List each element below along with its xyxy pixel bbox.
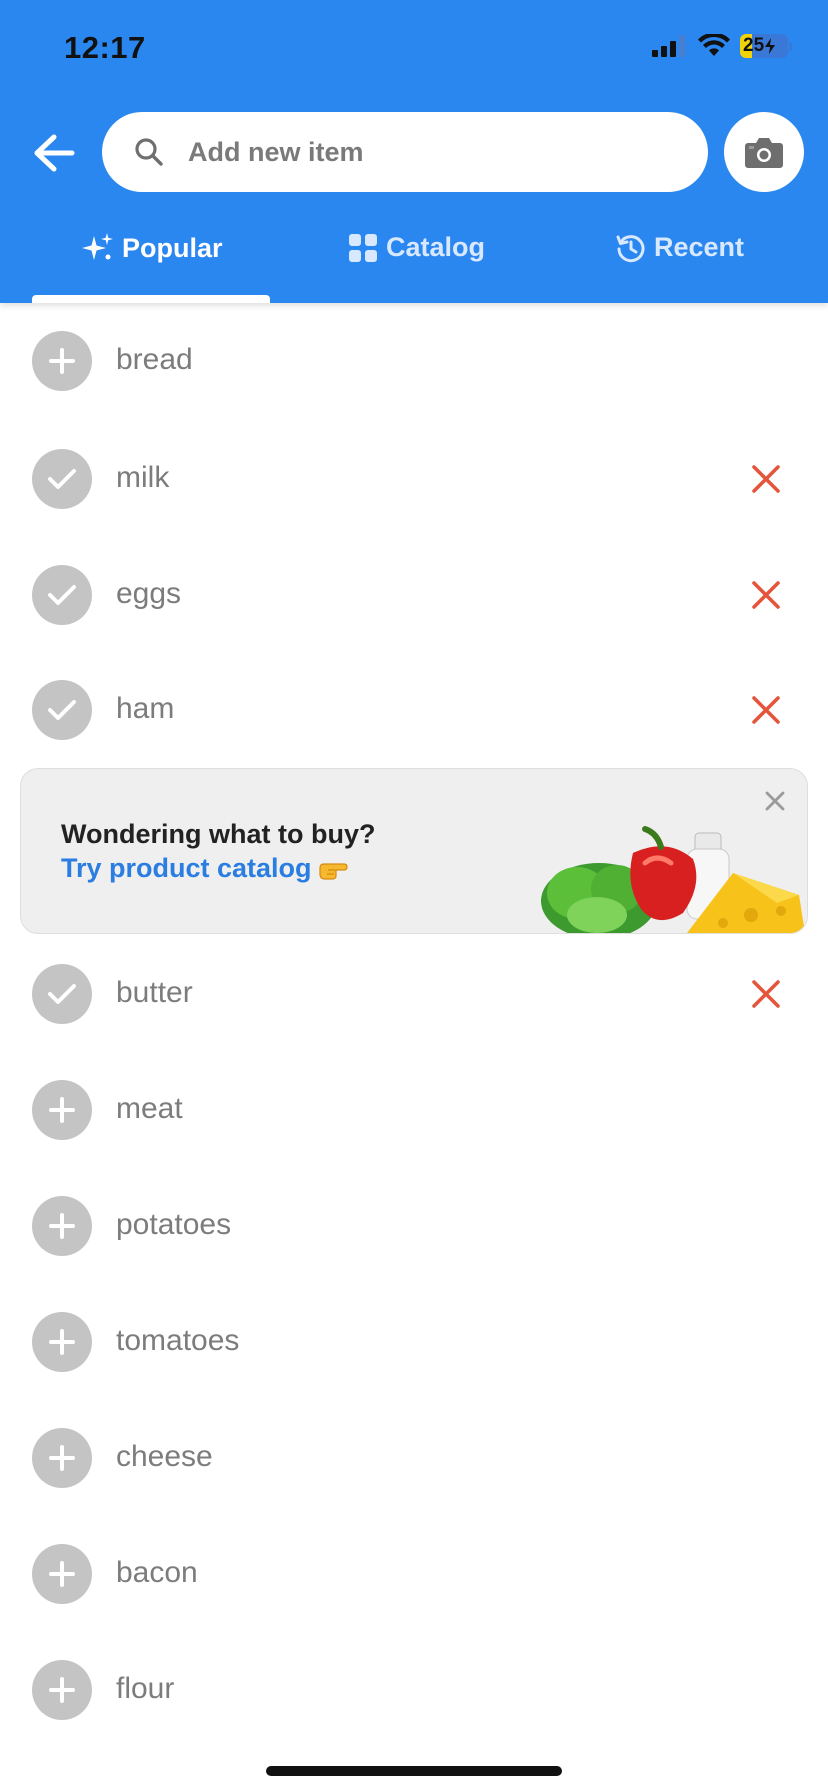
- item-label: milk: [116, 461, 170, 494]
- camera-icon: [745, 138, 783, 168]
- list-item-ham[interactable]: ham: [0, 652, 828, 768]
- plus-icon: [49, 1329, 75, 1355]
- plus-icon: [49, 348, 75, 374]
- checkmark-icon: [48, 984, 76, 1004]
- checkmark-icon: [48, 585, 76, 605]
- plus-icon: [49, 1097, 75, 1123]
- add-item-button[interactable]: [32, 1312, 92, 1372]
- tab-label: Recent: [654, 232, 745, 262]
- add-item-button[interactable]: [32, 1660, 92, 1720]
- list-item-eggs[interactable]: eggs: [0, 537, 828, 653]
- add-item-button[interactable]: [32, 331, 92, 391]
- item-label: tomatoes: [116, 1324, 240, 1357]
- item-label: cheese: [116, 1440, 213, 1473]
- app-header: 12:17 25 Add new item Popular Catalog Re…: [0, 0, 828, 303]
- item-label: bread: [116, 343, 193, 376]
- list-item-milk[interactable]: milk: [0, 421, 828, 537]
- add-item-button[interactable]: [32, 1428, 92, 1488]
- plus-icon: [49, 1561, 75, 1587]
- pointing-hand-icon: [318, 862, 348, 880]
- item-checked-button[interactable]: [32, 449, 92, 509]
- item-label: bacon: [116, 1556, 198, 1589]
- history-icon: [616, 234, 645, 262]
- item-label: potatoes: [116, 1208, 232, 1241]
- plus-icon: [49, 1445, 75, 1471]
- back-button[interactable]: [28, 127, 80, 179]
- list-item-cheese[interactable]: cheese: [0, 1400, 828, 1516]
- close-icon: [752, 581, 780, 609]
- promo-title: Wondering what to buy?: [61, 819, 376, 849]
- camera-button[interactable]: [724, 112, 804, 192]
- arrow-left-icon: [34, 134, 75, 172]
- status-time: 12:17: [64, 30, 146, 65]
- tab-catalog[interactable]: Catalog: [348, 232, 485, 263]
- active-tab-indicator: [32, 295, 270, 303]
- plus-icon: [49, 1677, 75, 1703]
- item-label: flour: [116, 1672, 175, 1705]
- close-icon: [752, 465, 780, 493]
- item-label: butter: [116, 976, 193, 1009]
- wifi-icon: [698, 34, 730, 56]
- list-item-butter[interactable]: butter: [0, 936, 828, 1052]
- close-icon: [752, 980, 780, 1008]
- item-checked-button[interactable]: [32, 680, 92, 740]
- grid-icon: [349, 233, 377, 262]
- remove-item-button[interactable]: [748, 577, 784, 613]
- battery-level: 25: [743, 35, 765, 56]
- search-bar[interactable]: [102, 112, 708, 192]
- list-item-potatoes[interactable]: potatoes: [0, 1168, 828, 1284]
- status-icons: 25: [652, 34, 792, 58]
- search-input[interactable]: [186, 135, 650, 169]
- tab-label: Catalog: [386, 232, 486, 262]
- remove-item-button[interactable]: [748, 692, 784, 728]
- list-item-bread[interactable]: bread: [0, 305, 828, 421]
- promo-link[interactable]: Try product catalog: [61, 853, 348, 884]
- close-icon: [765, 791, 785, 811]
- add-item-button[interactable]: [32, 1080, 92, 1140]
- groceries-illustration: [541, 826, 805, 933]
- list-item-tomatoes[interactable]: tomatoes: [0, 1284, 828, 1400]
- list-item-bacon[interactable]: bacon: [0, 1516, 828, 1632]
- catalog-promo-banner[interactable]: Wondering what to buy? Try product catal…: [20, 768, 808, 934]
- list-item-flour[interactable]: flour: [0, 1632, 828, 1748]
- remove-item-button[interactable]: [748, 976, 784, 1012]
- promo-close-button[interactable]: [761, 787, 789, 815]
- close-icon: [752, 696, 780, 724]
- plus-icon: [49, 1213, 75, 1239]
- remove-item-button[interactable]: [748, 461, 784, 497]
- item-checked-button[interactable]: [32, 964, 92, 1024]
- home-indicator: [266, 1766, 562, 1776]
- checkmark-icon: [48, 469, 76, 489]
- tab-recent[interactable]: Recent: [616, 232, 744, 263]
- item-label: ham: [116, 692, 175, 725]
- checkmark-icon: [48, 700, 76, 720]
- sparkle-icon: [82, 233, 113, 260]
- battery-icon: 25: [740, 34, 792, 58]
- tab-popular[interactable]: Popular: [82, 232, 223, 264]
- signal-icon: [652, 35, 685, 57]
- search-icon: [135, 138, 163, 166]
- item-checked-button[interactable]: [32, 565, 92, 625]
- add-item-button[interactable]: [32, 1196, 92, 1256]
- list-item-meat[interactable]: meat: [0, 1052, 828, 1168]
- tab-label: Popular: [122, 232, 223, 263]
- item-label: meat: [116, 1092, 183, 1125]
- item-label: eggs: [116, 577, 182, 610]
- promo-link-text: Try product catalog: [61, 853, 312, 883]
- add-item-button[interactable]: [32, 1544, 92, 1604]
